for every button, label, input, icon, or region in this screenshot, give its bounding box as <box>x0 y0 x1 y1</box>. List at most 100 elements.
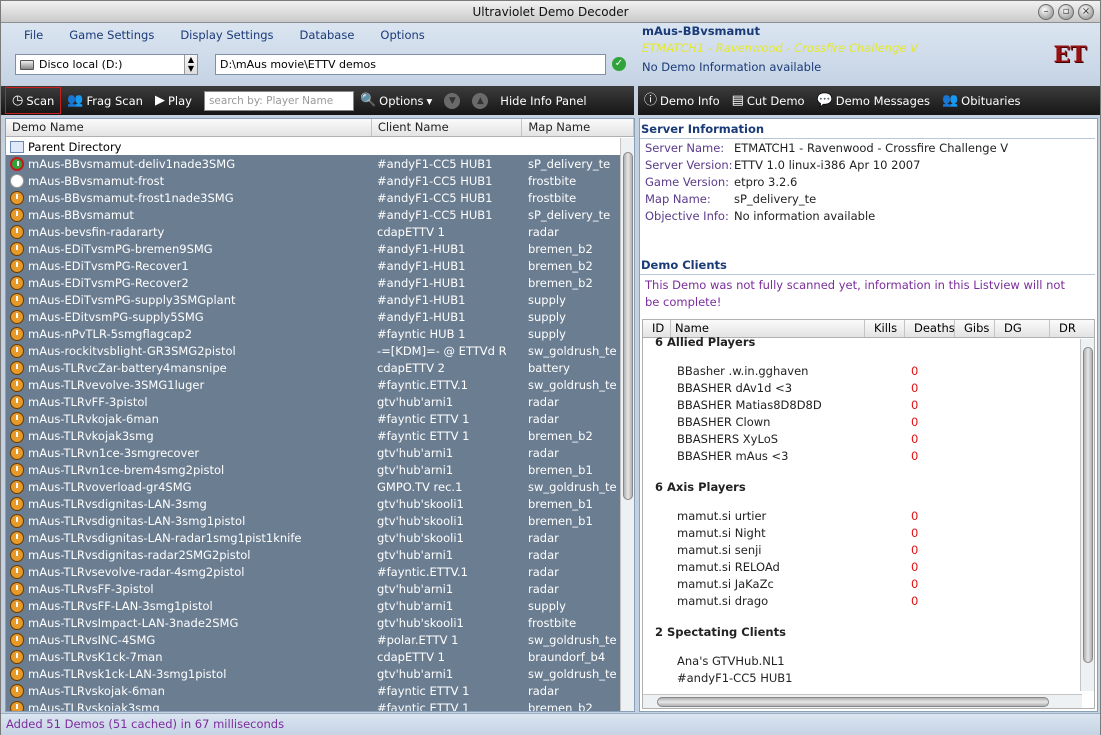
demo-messages-button[interactable]: 💬 Demo Messages <box>811 89 936 113</box>
demo-row[interactable]: mAus-TLRvsdignitas-LAN-radar1smg1pist1kn… <box>6 529 621 546</box>
options-button[interactable]: 🔍 Options ▾ <box>354 89 438 113</box>
client-name: gtv'hub'arni1 <box>377 666 454 681</box>
demo-row[interactable]: mAus-TLRvsImpact-LAN-3nade2SMG gtv'hub'sk… <box>6 614 621 631</box>
player-name[interactable]: BBASHER dAv1d <3 <box>677 381 792 395</box>
demo-row[interactable]: mAus-TLRvn1ce-3smgrecover gtv'hub'arni1 ra… <box>6 444 621 461</box>
arrow-up-icon[interactable]: ▲ <box>472 92 489 109</box>
cut-demo-button[interactable]: ▤ Cut Demo <box>726 89 811 113</box>
demo-row[interactable]: mAus-TLRvskojak3smg #fayntic ETTV 1 bremen… <box>6 699 621 711</box>
column-dg[interactable]: DG <box>995 320 1050 337</box>
demo-file-icon <box>10 615 24 630</box>
client-name: #andyF1-HUB1 <box>377 309 466 324</box>
checkmark-icon[interactable]: ✓ <box>612 57 626 71</box>
demo-row[interactable]: mAus-BBvsmamut #andyF1-CC5 HUB1 sP_deliver… <box>6 206 621 223</box>
demo-row[interactable]: mAus-TLRvsevolve-radar-4smg2pistol #faynt… <box>6 563 621 580</box>
demo-row[interactable]: mAus-TLRvoverload-gr4SMG GMPO.TV rec.1 sw_… <box>6 478 621 495</box>
frag-scan-button[interactable]: 👥 Frag Scan <box>61 89 149 113</box>
demo-row[interactable]: mAus-bevsfin-radararty cdapETTV 1 radar <box>6 223 621 240</box>
demo-row[interactable]: mAus-BBvsmamut-deliv1nade3SMG #andyF1-CC5… <box>6 155 621 172</box>
scan-button[interactable]: ◷ Scan <box>5 87 62 114</box>
demo-row[interactable]: mAus-TLRvn1ce-brem4smg2pistol gtv'hub'arn… <box>6 461 621 478</box>
player-name[interactable]: BBasher .w.in.gghaven <box>677 364 808 378</box>
clients-vscrollbar[interactable] <box>1080 339 1094 691</box>
column-deaths[interactable]: Deaths <box>905 320 955 337</box>
drive-select[interactable]: Disco local (D:) ▲ ▼ <box>15 54 198 75</box>
demo-row[interactable]: mAus-TLRvsdignitas-LAN-3smg1pistol gtv'hu… <box>6 512 621 529</box>
player-name[interactable]: mamut.si urtier <box>677 509 766 523</box>
arrow-down-icon[interactable]: ▼ <box>444 92 461 109</box>
scrollbar-thumb[interactable] <box>1083 347 1093 663</box>
demo-row[interactable]: mAus-TLRvsINC-4SMG #polar.ETTV 1 sw_goldru… <box>6 631 621 648</box>
demo-row[interactable]: mAus-TLRvsdignitas-LAN-3smg gtv'hub'skool… <box>6 495 621 512</box>
menu-display-settings[interactable]: Display Settings <box>167 27 286 43</box>
demo-row[interactable]: mAus-TLRvskojak-6man #fayntic ETTV 1 radar <box>6 682 621 699</box>
parent-directory-label: Parent Directory <box>28 139 122 154</box>
demo-row[interactable]: mAus-TLRvkojak3smg #fayntic ETTV 1 bremen_… <box>6 427 621 444</box>
close-button[interactable]: × <box>1078 4 1094 20</box>
demo-list-scrollbar[interactable] <box>620 138 634 711</box>
demo-row[interactable]: mAus-TLRvsdignitas-radar2SMG2pistol gtv'h… <box>6 546 621 563</box>
column-gibs[interactable]: Gibs <box>955 320 995 337</box>
player-name[interactable]: BBASHER Clown <box>677 415 770 429</box>
scrollbar-thumb[interactable] <box>623 152 633 500</box>
player-name[interactable]: mamut.si RELOAd <box>677 560 780 574</box>
demo-name: mAus-TLRvsINC-4SMG <box>28 632 156 647</box>
player-name[interactable]: BBASHERS XyLoS <box>677 432 778 446</box>
client-name: gtv'hub'skooli1 <box>377 513 464 528</box>
left-toolbar: ◷ Scan 👥 Frag Scan ▶ Play search by: Pla… <box>1 86 634 115</box>
demo-row[interactable]: mAus-TLRvcZar-battery4mansnipe cdapETTV 2… <box>6 359 621 376</box>
obituaries-button[interactable]: 👥 Obituaries <box>936 89 1027 113</box>
player-name[interactable]: #andyF1-CC5 HUB1 <box>677 671 792 685</box>
player-name[interactable]: mamut.si JaKaZc <box>677 577 774 591</box>
player-name[interactable]: mamut.si Night <box>677 526 766 540</box>
hide-info-panel-button[interactable]: Hide Info Panel <box>494 89 592 113</box>
client-name: #andyF1-HUB1 <box>377 241 466 256</box>
demo-row[interactable]: mAus-TLRvsk1ck-LAN-3smg1pistol gtv'hub'ar… <box>6 665 621 682</box>
player-name[interactable]: mamut.si drago <box>677 594 768 608</box>
column-map-name[interactable]: Map Name <box>522 119 634 136</box>
menu-game-settings[interactable]: Game Settings <box>56 27 167 43</box>
player-name[interactable]: mamut.si senji <box>677 543 762 557</box>
map-name: frostbite <box>528 615 577 630</box>
player-name[interactable]: BBASHER mAus <3 <box>677 449 788 463</box>
demo-row[interactable]: mAus-TLRvevolve-3SMG1luger #fayntic.ETTV.… <box>6 376 621 393</box>
demo-row[interactable]: mAus-nPvTLR-5smgflagcap2 #fayntic HUB 1 su… <box>6 325 621 342</box>
demo-row[interactable]: mAus-TLRvFF-3pistol gtv'hub'arni1 radar <box>6 393 621 410</box>
map-name: radar <box>528 411 559 426</box>
demo-row[interactable]: mAus-EDiTvsmPG-Recover1 #andyF1-HUB1 breme… <box>6 257 621 274</box>
search-input[interactable]: search by: Player Name <box>203 90 354 111</box>
dropdown-arrows-icon[interactable]: ▲ ▼ <box>184 55 197 74</box>
menu-database[interactable]: Database <box>287 27 368 43</box>
parent-directory-row[interactable]: Parent Directory <box>6 138 621 155</box>
column-demo-name[interactable]: Demo Name <box>6 119 372 136</box>
player-name[interactable]: BBASHER Matias8D8D8D <box>677 398 822 412</box>
demo-row[interactable]: mAus-rockitvsblight-GR3SMG2pistol -=[KDM]… <box>6 342 621 359</box>
demo-info-button[interactable]: ⓘ Demo Info <box>638 89 726 113</box>
play-button[interactable]: ▶ Play <box>149 89 198 113</box>
demo-row[interactable]: mAus-TLRvsK1ck-7man cdapETTV 1 braundorf_b… <box>6 648 621 665</box>
maximize-button[interactable]: ▫ <box>1058 4 1074 20</box>
demo-row[interactable]: mAus-EDiTvsmPG-bremen9SMG #andyF1-HUB1 bre… <box>6 240 621 257</box>
demo-row[interactable]: mAus-EDiTvsmPG-supply3SMGplant #andyF1-HU… <box>6 291 621 308</box>
demo-name: mAus-TLRvsevolve-radar-4smg2pistol <box>28 564 245 579</box>
demo-row[interactable]: mAus-EDiTvsmPG-Recover2 #andyF1-HUB1 breme… <box>6 274 621 291</box>
demo-row[interactable]: mAus-TLRvkojak-6man #fayntic ETTV 1 radar <box>6 410 621 427</box>
client-name: -=[KDM]=- @ ETTVd R <box>377 343 507 358</box>
scrollbar-thumb[interactable] <box>657 697 1049 707</box>
menu-options[interactable]: Options <box>367 27 437 43</box>
client-name: #fayntic ETTV 1 <box>377 683 470 698</box>
demo-row[interactable]: mAus-BBvsmamut-frost #andyF1-CC5 HUB1 fros… <box>6 172 621 189</box>
clients-hscrollbar[interactable] <box>643 694 1082 708</box>
menu-file[interactable]: File <box>11 27 56 43</box>
demo-row[interactable]: mAus-TLRvsFF-LAN-3smg1pistol gtv'hub'arni… <box>6 597 621 614</box>
player-name[interactable]: Ana's GTVHub.NL1 <box>677 654 785 668</box>
demo-name: mAus-TLRvn1ce-brem4smg2pistol <box>28 462 225 477</box>
path-input[interactable]: D:\mAus movie\ETTV demos <box>215 54 606 75</box>
column-client-name[interactable]: Client Name <box>372 119 523 136</box>
column-dr[interactable]: DR <box>1050 320 1080 337</box>
demo-row[interactable]: mAus-TLRvsFF-3pistol gtv'hub'arni1 radar <box>6 580 621 597</box>
minimize-button[interactable]: – <box>1038 4 1054 20</box>
demo-row[interactable]: mAus-EDitvsmPG-supply5SMG #andyF1-HUB1 sup… <box>6 308 621 325</box>
column-kills[interactable]: Kills <box>865 320 905 337</box>
demo-row[interactable]: mAus-BBvsmamut-frost1nade3SMG #andyF1-CC5… <box>6 189 621 206</box>
